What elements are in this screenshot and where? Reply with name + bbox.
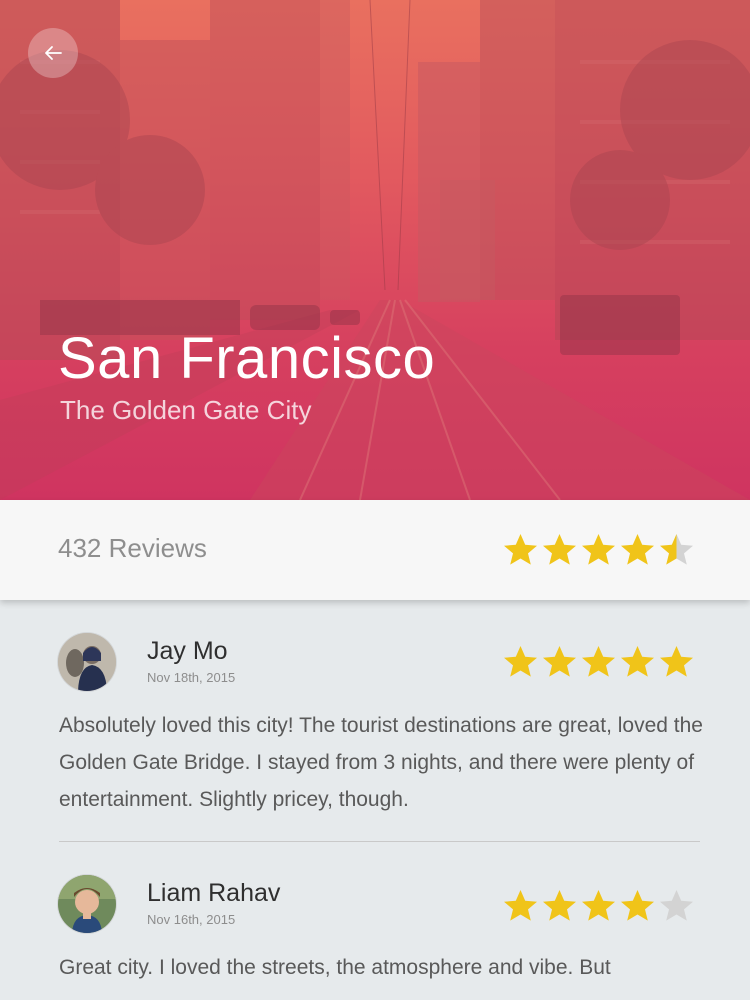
review-divider — [59, 841, 700, 842]
star-icon — [504, 890, 537, 921]
star-icon — [621, 534, 654, 565]
star-icon — [660, 646, 693, 677]
review-text: Absolutely loved this city! The tourist … — [59, 714, 703, 811]
avatar[interactable] — [58, 875, 116, 933]
review-rating-stars — [501, 645, 696, 677]
star-icon — [582, 890, 615, 921]
star-icon — [543, 534, 576, 565]
star-icon — [621, 646, 654, 677]
review-rating-stars — [501, 889, 696, 921]
star-icon — [543, 890, 576, 921]
review-count: 432 Reviews — [58, 533, 207, 563]
page-subtitle: The Golden Gate City — [60, 395, 312, 425]
back-button[interactable] — [28, 28, 78, 78]
review-author[interactable]: Jay Mo — [147, 637, 228, 666]
star-icon — [504, 534, 537, 565]
hero-header: San Francisco The Golden Gate City — [0, 0, 750, 500]
star-icon — [582, 646, 615, 677]
star-icon — [582, 534, 615, 565]
review-author[interactable]: Liam Rahav — [147, 879, 280, 908]
arrow-left-icon — [45, 46, 62, 60]
star-icon — [660, 890, 693, 921]
review-date: Nov 18th, 2015 — [147, 670, 236, 685]
review-text: Great city. I loved the streets, the atm… — [59, 956, 611, 979]
avatar[interactable] — [58, 633, 116, 691]
page-title: San Francisco — [58, 326, 436, 391]
star-icon — [504, 646, 537, 677]
review-date: Nov 16th, 2015 — [147, 912, 236, 927]
star-icon — [543, 646, 576, 677]
star-icon — [660, 534, 693, 565]
overall-rating-stars — [501, 533, 696, 565]
star-icon — [621, 890, 654, 921]
